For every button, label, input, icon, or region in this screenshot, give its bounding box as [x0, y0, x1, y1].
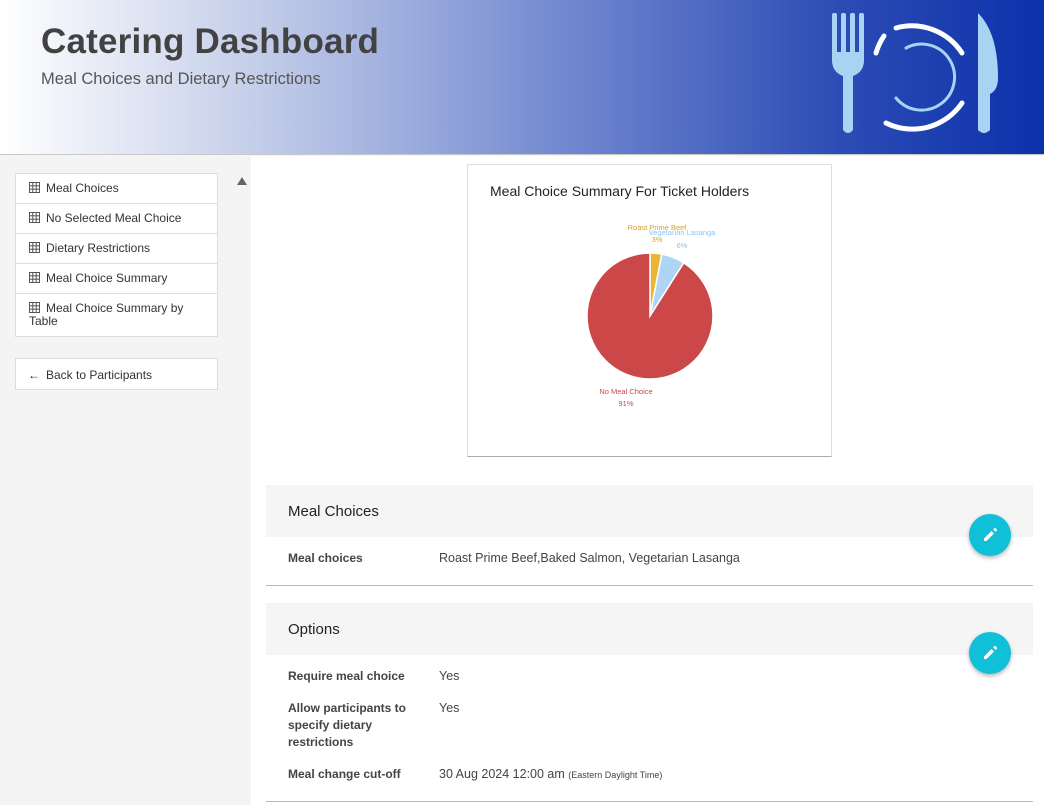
sidebar-item-dietary-restrictions[interactable]: Dietary Restrictions — [16, 234, 217, 264]
meal-change-cutoff-value: 30 Aug 2024 12:00 am (Eastern Daylight T… — [439, 766, 662, 784]
pie-slice-value-label: 6% — [677, 241, 688, 250]
require-meal-choice-label: Require meal choice — [288, 669, 405, 683]
sidebar-item-no-selected-meal-choice[interactable]: No Selected Meal Choice — [16, 204, 217, 234]
sidebar-item-label: Meal Choices — [46, 181, 119, 195]
arrow-left-icon: ← — [28, 368, 40, 382]
require-meal-choice-row: Require meal choice Yes — [266, 655, 1033, 685]
sidebar-item-meal-choice-summary-by-table[interactable]: Meal Choice Summary by Table — [16, 294, 217, 336]
meal-choices-value: Roast Prime Beef,Baked Salmon, Vegetaria… — [439, 551, 740, 565]
main-content: Meal Choice Summary For Ticket Holders R… — [251, 156, 1044, 805]
allow-dietary-label-line: specify dietary — [288, 718, 373, 732]
meal-choices-panel: Meal Choices Meal choices Roast Prime Be… — [266, 485, 1033, 586]
page-title: Catering Dashboard — [41, 22, 380, 61]
meal-change-cutoff-label: Meal change cut-off — [288, 767, 401, 781]
sidebar-item-label: No Selected Meal Choice — [46, 211, 182, 225]
options-panel: Options Require meal choice Yes Allow pa… — [266, 603, 1033, 802]
sidebar-nav: Meal Choices No Selected Meal Choice Die… — [15, 173, 218, 337]
cutoff-timezone: (Eastern Daylight Time) — [568, 770, 663, 780]
pie-slice-no-meal-choice[interactable] — [586, 252, 714, 380]
allow-dietary-label-line: Allow participants to — [288, 701, 407, 715]
allow-dietary-row: Allow participants to specify dietary re… — [266, 685, 1033, 751]
table-icon — [29, 242, 40, 253]
sidebar-item-label: Meal Choice Summary by Table — [29, 301, 184, 328]
edit-meal-choices-button[interactable] — [969, 514, 1011, 556]
table-icon — [29, 212, 40, 223]
sidebar-item-meal-choices[interactable]: Meal Choices — [16, 174, 217, 204]
collapse-up-icon[interactable] — [236, 176, 248, 186]
edit-options-button[interactable] — [969, 632, 1011, 674]
options-panel-title: Options — [266, 603, 1033, 655]
pie-slice-label: Vegetarian Lasanga — [649, 228, 717, 237]
fork-plate-knife-icon — [832, 13, 998, 133]
meal-choices-panel-title: Meal Choices — [266, 485, 1033, 537]
allow-dietary-value: Yes — [439, 701, 460, 715]
table-icon — [29, 272, 40, 283]
meal-change-cutoff-row: Meal change cut-off 30 Aug 2024 12:00 am… — [266, 751, 1033, 784]
chart-title: Meal Choice Summary For Ticket Holders — [490, 183, 749, 199]
back-label: Back to Participants — [46, 368, 153, 382]
table-icon — [29, 182, 40, 193]
meal-choices-label: Meal choices — [288, 551, 363, 565]
header-banner: Catering Dashboard Meal Choices and Diet… — [0, 0, 1044, 155]
allow-dietary-label-line: restrictions — [288, 735, 354, 749]
meal-choice-chart-card: Meal Choice Summary For Ticket Holders R… — [467, 164, 832, 457]
sidebar: Meal Choices No Selected Meal Choice Die… — [0, 156, 235, 805]
pie-slice-value-label: 91% — [618, 399, 633, 408]
require-meal-choice-value: Yes — [439, 669, 460, 683]
pie-chart: Meal Choice Summary For Ticket Holders R… — [490, 183, 749, 408]
cutoff-datetime: 30 Aug 2024 12:00 am — [439, 767, 565, 781]
meal-choices-row: Meal choices Roast Prime Beef,Baked Salm… — [266, 537, 1033, 567]
page-subtitle: Meal Choices and Dietary Restrictions — [41, 70, 321, 88]
table-icon — [29, 302, 40, 313]
sidebar-item-meal-choice-summary[interactable]: Meal Choice Summary — [16, 264, 217, 294]
allow-dietary-label: Allow participants to specify dietary re… — [288, 700, 439, 751]
pencil-icon — [984, 645, 998, 659]
pie-slice-label: No Meal Choice — [599, 387, 652, 396]
sidebar-item-label: Meal Choice Summary — [46, 271, 168, 285]
sidebar-item-label: Dietary Restrictions — [46, 241, 151, 255]
back-to-participants-button[interactable]: ← Back to Participants — [15, 358, 218, 390]
pencil-icon — [984, 527, 998, 541]
